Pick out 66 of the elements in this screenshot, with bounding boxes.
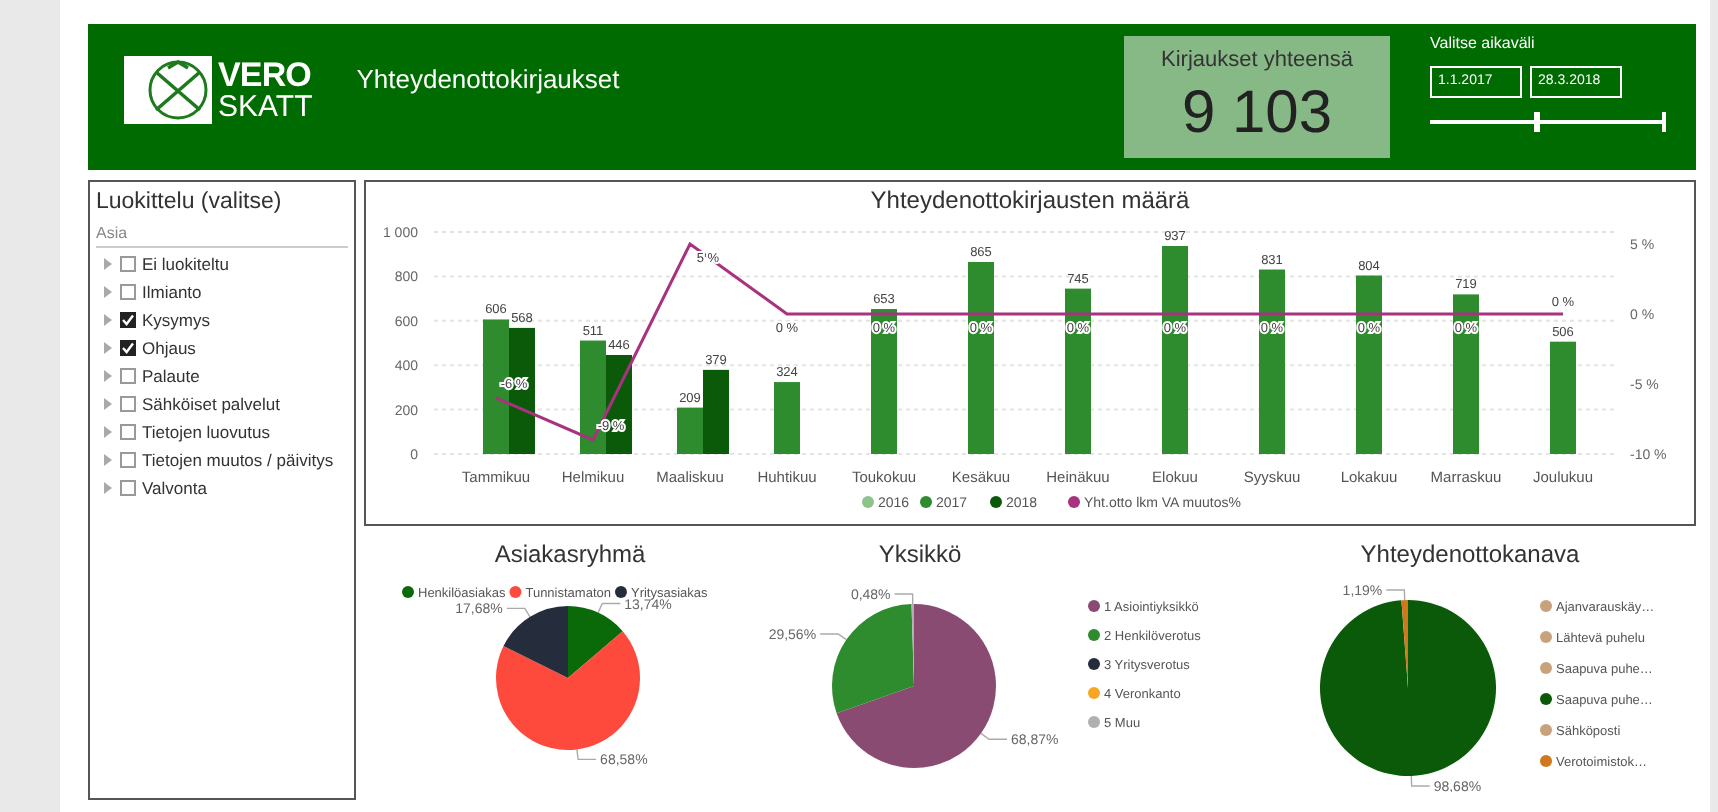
pie-slice[interactable] bbox=[568, 606, 623, 678]
pie-slice[interactable] bbox=[503, 606, 568, 678]
chart-title: Yksikkö bbox=[878, 540, 962, 568]
expand-icon[interactable] bbox=[104, 398, 112, 411]
pie-slice[interactable] bbox=[1320, 600, 1496, 776]
checkbox[interactable] bbox=[120, 340, 136, 357]
expand-icon[interactable] bbox=[104, 258, 112, 271]
pie-slice[interactable] bbox=[496, 631, 640, 750]
kpi-value: 9 103 bbox=[1181, 77, 1333, 149]
slider-thumb[interactable] bbox=[1533, 112, 1540, 132]
expand-icon[interactable] bbox=[104, 454, 112, 467]
checkbox[interactable] bbox=[120, 480, 136, 497]
bar[interactable] bbox=[509, 327, 535, 454]
bar[interactable] bbox=[1356, 275, 1382, 454]
filter-item-label[interactable]: Ei luokiteltu bbox=[142, 251, 229, 278]
leader-line bbox=[980, 732, 1008, 740]
pie-slice[interactable] bbox=[836, 604, 996, 768]
slicer-label: Valitse aikaväli bbox=[1430, 32, 1537, 56]
leader-line bbox=[1385, 589, 1406, 601]
checkbox[interactable] bbox=[120, 256, 136, 273]
leader-line bbox=[597, 602, 621, 614]
bar[interactable] bbox=[1065, 288, 1091, 454]
filter-item-label[interactable]: Valvonta bbox=[142, 475, 207, 502]
filter-item-label[interactable]: Tietojen muutos / päivitys bbox=[142, 447, 334, 474]
filter-item-label[interactable]: Ohjaus bbox=[142, 335, 196, 362]
checkbox[interactable] bbox=[120, 368, 136, 385]
checkbox[interactable] bbox=[120, 396, 136, 413]
logo-text: SKATT bbox=[218, 92, 313, 122]
filter-item-label[interactable]: Kysymys bbox=[142, 307, 210, 334]
pie-slice[interactable] bbox=[832, 604, 914, 714]
slider-end-handle[interactable] bbox=[1662, 112, 1666, 132]
bar[interactable] bbox=[1259, 269, 1285, 454]
leader-line bbox=[576, 748, 597, 761]
bar[interactable] bbox=[580, 340, 606, 454]
expand-icon[interactable] bbox=[104, 342, 112, 355]
checkbox[interactable] bbox=[120, 284, 136, 301]
chart-title: Asiakasryhmä bbox=[494, 540, 646, 568]
expand-icon[interactable] bbox=[104, 370, 112, 383]
report-title: Yhteydenottokirjaukset bbox=[356, 62, 620, 98]
filter-item-label[interactable]: Palaute bbox=[142, 363, 200, 390]
column-header: Asia bbox=[96, 222, 348, 249]
leader-line bbox=[1410, 775, 1431, 787]
leader-line bbox=[819, 633, 848, 641]
checkbox[interactable] bbox=[120, 424, 136, 441]
kpi-label: Kirjaukset yhteensä bbox=[1161, 46, 1353, 76]
filter-item-label[interactable]: Sähköiset palvelut bbox=[142, 391, 280, 418]
expand-icon[interactable] bbox=[104, 426, 112, 439]
expand-icon[interactable] bbox=[104, 286, 112, 299]
filter-title: Luokittelu (valitse) bbox=[96, 188, 284, 218]
bar[interactable] bbox=[606, 355, 632, 454]
filter-item-label[interactable]: Tietojen luovutus bbox=[142, 419, 270, 446]
logo-text: VERO bbox=[218, 58, 313, 92]
emblem-icon bbox=[124, 56, 212, 124]
checkbox[interactable] bbox=[120, 452, 136, 469]
bar[interactable] bbox=[968, 261, 994, 454]
leader-line bbox=[893, 593, 914, 605]
filter-item-label[interactable]: Ilmianto bbox=[142, 279, 202, 306]
chart-title: Yhteydenottokirjausten määrä bbox=[870, 186, 1190, 216]
bar[interactable] bbox=[1453, 294, 1479, 454]
chart-title: Yhteydenottokanava bbox=[1360, 540, 1580, 568]
bar[interactable] bbox=[871, 309, 897, 454]
expand-icon[interactable] bbox=[104, 482, 112, 495]
expand-icon[interactable] bbox=[104, 314, 112, 327]
bar[interactable] bbox=[1162, 246, 1188, 454]
leader-line bbox=[506, 607, 531, 618]
checkbox[interactable] bbox=[120, 312, 136, 329]
